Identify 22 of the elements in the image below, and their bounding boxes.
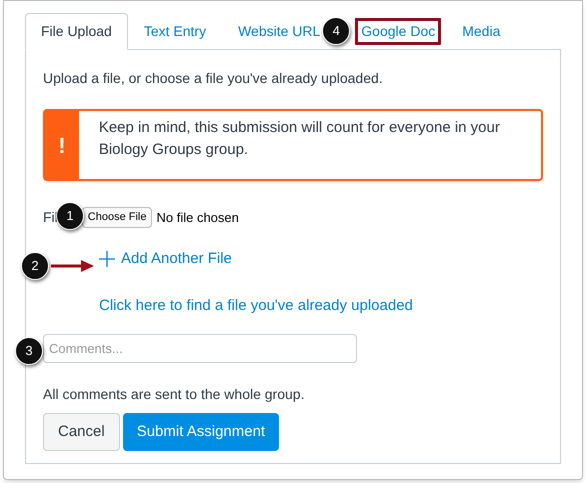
cancel-button[interactable]: Cancel [43,413,120,451]
file-status: No file chosen [156,208,239,227]
arrow-icon [51,260,94,272]
tab[interactable]: Media [446,13,516,50]
alert-message: Keep in mind, this submission will count for everyone in your Biology Groups group. [98,118,501,160]
instructions-text: Upload a file, or choose a file you've already uploaded. [43,69,384,88]
tab[interactable]: File Upload [25,13,128,50]
warning-icon: ! [45,111,79,179]
comments-note: All comments are sent to the whole group. [43,385,306,404]
add-file-link[interactable]: Add Another File [121,248,232,270]
submit-button[interactable]: Submit Assignment [122,413,280,451]
callout-marker: 4 [322,17,350,45]
tab[interactable]: Text Entry [128,13,222,50]
plus-icon [99,251,115,268]
find-file-link[interactable]: Click here to find a file you've already uploaded [99,294,543,317]
callout-marker: 3 [15,337,43,365]
choose-file-button[interactable]: Choose File [82,207,152,228]
tab[interactable]: Google Doc [350,13,446,50]
tab[interactable]: Website URL [222,13,322,50]
callout-marker: 1 [56,202,84,230]
comments-field[interactable]: Comments... [43,334,357,363]
callout-marker: 2 [21,252,49,280]
